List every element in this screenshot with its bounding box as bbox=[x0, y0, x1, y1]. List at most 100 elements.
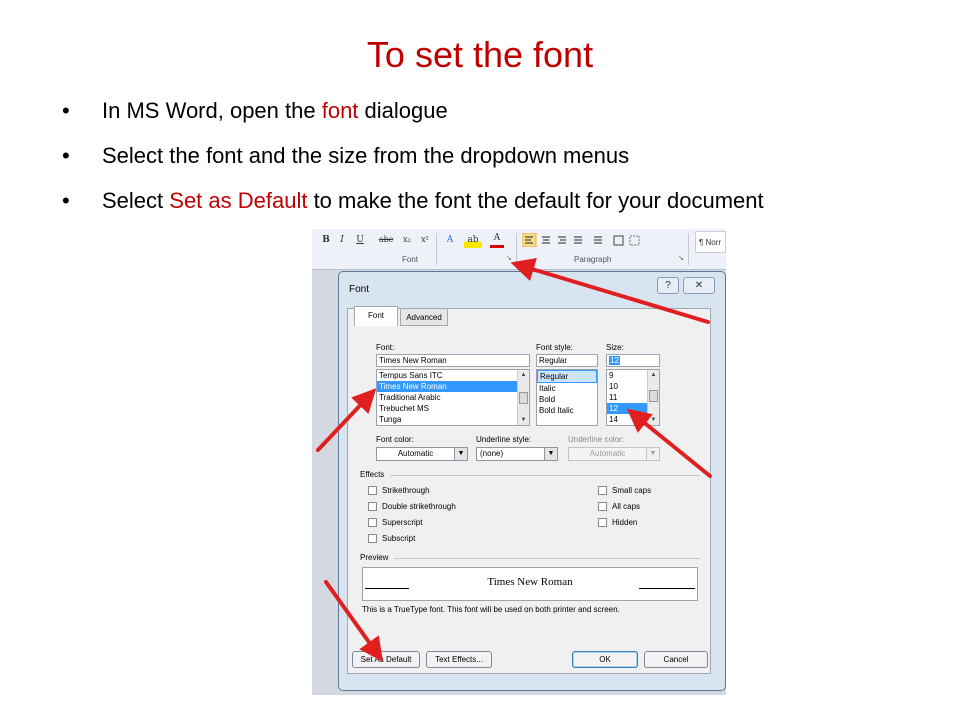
scroll-thumb[interactable] bbox=[519, 392, 528, 404]
bullet-text: dialogue bbox=[358, 98, 448, 123]
bullet-item: Select Set as Default to make the font t… bbox=[62, 186, 882, 215]
double-strikethrough-label: Double strikethrough bbox=[382, 502, 456, 511]
font-list-item[interactable]: Tunga bbox=[377, 414, 529, 425]
bullet-item: In MS Word, open the font dialogue bbox=[62, 96, 882, 125]
font-color-label: Font color: bbox=[376, 435, 414, 444]
font-list[interactable]: Tempus Sans ITC Times New Roman Traditio… bbox=[376, 369, 530, 426]
font-style-item-selected[interactable]: Regular bbox=[537, 370, 597, 383]
font-dialog: Font ? ✕ Font Advanced Font: Times New R… bbox=[338, 271, 726, 691]
font-group-label: Font bbox=[402, 255, 419, 264]
scroll-up-icon[interactable]: ▲ bbox=[518, 370, 529, 380]
paragraph-group-label: Paragraph bbox=[574, 255, 612, 264]
font-style-item[interactable]: Italic bbox=[537, 383, 597, 394]
font-list-scrollbar[interactable]: ▲ ▼ bbox=[517, 370, 529, 425]
small-caps-checkbox[interactable] bbox=[598, 486, 607, 495]
preview-label: Preview bbox=[360, 553, 389, 562]
scroll-up-icon[interactable]: ▲ bbox=[648, 370, 659, 380]
tab-font[interactable]: Font bbox=[354, 306, 398, 326]
underline-color-dropdown[interactable]: Automatic ▼ bbox=[568, 447, 660, 461]
font-style-item[interactable]: Bold bbox=[537, 394, 597, 405]
size-input[interactable]: 12 bbox=[606, 354, 660, 367]
effects-divider bbox=[390, 475, 700, 476]
style-normal[interactable]: ¶ Norr bbox=[695, 231, 726, 253]
bold-button[interactable]: B bbox=[320, 232, 332, 248]
chevron-down-icon[interactable]: ▼ bbox=[454, 448, 467, 460]
font-style-label: Font style: bbox=[536, 343, 573, 352]
strikethrough-label: Strikethrough bbox=[382, 486, 430, 495]
hidden-label: Hidden bbox=[612, 518, 638, 527]
all-caps-label: All caps bbox=[612, 502, 641, 511]
font-input[interactable]: Times New Roman bbox=[376, 354, 530, 367]
underline-color-label: Underline color: bbox=[568, 435, 625, 444]
preview-sample-text: Times New Roman bbox=[487, 576, 573, 588]
font-list-item[interactable]: Traditional Arabic bbox=[377, 392, 529, 403]
font-list-item-selected[interactable]: Times New Roman bbox=[377, 381, 529, 392]
size-list[interactable]: 9 10 11 12 14 ▲ ▼ bbox=[606, 369, 660, 426]
underline-style-value: (none) bbox=[480, 449, 504, 458]
scroll-thumb[interactable] bbox=[649, 390, 658, 402]
font-list-item[interactable]: Tempus Sans ITC bbox=[377, 370, 529, 381]
bullet-list: In MS Word, open the font dialogue Selec… bbox=[62, 96, 882, 231]
subscript-button[interactable]: x₂ bbox=[400, 232, 414, 248]
paragraph-tools-icon[interactable] bbox=[522, 233, 642, 247]
size-list-item-selected[interactable]: 12 bbox=[607, 403, 647, 414]
strikethrough-checkbox[interactable] bbox=[368, 486, 377, 495]
cancel-button[interactable]: Cancel bbox=[644, 651, 708, 668]
subscript-checkbox[interactable] bbox=[368, 534, 377, 543]
underline-style-dropdown[interactable]: (none) ▼ bbox=[476, 447, 558, 461]
ribbon: B I U abc x₂ x² A ab A ¶ Norr Font ↘ Par… bbox=[312, 229, 726, 270]
dialog-title: Font bbox=[349, 284, 370, 295]
size-list-scrollbar[interactable]: ▲ ▼ bbox=[647, 370, 659, 425]
font-dialog-launcher-icon[interactable]: ↘ bbox=[506, 255, 514, 263]
ribbon-separator bbox=[516, 233, 517, 265]
superscript-label: Superscript bbox=[382, 518, 423, 527]
preview-baseline-right bbox=[639, 588, 695, 589]
bullet-text: Select bbox=[102, 188, 170, 213]
scroll-down-icon[interactable]: ▼ bbox=[648, 415, 659, 425]
font-list-item[interactable]: Trebuchet MS bbox=[377, 403, 529, 414]
bullet-highlight: font bbox=[321, 98, 359, 123]
underline-button[interactable]: U bbox=[354, 232, 366, 248]
tab-advanced[interactable]: Advanced bbox=[400, 308, 448, 326]
scroll-down-icon[interactable]: ▼ bbox=[518, 415, 529, 425]
underline-style-label: Underline style: bbox=[476, 435, 532, 444]
font-label: Font: bbox=[376, 343, 395, 352]
slide-title: To set the font bbox=[366, 34, 594, 75]
font-color-dropdown[interactable]: Automatic ▼ bbox=[376, 447, 468, 461]
strikethrough-button[interactable]: abc bbox=[376, 232, 396, 248]
preview-baseline-left bbox=[365, 588, 409, 589]
font-color-icon[interactable]: A bbox=[490, 232, 504, 248]
text-effects-icon[interactable]: A bbox=[442, 232, 458, 248]
italic-button[interactable]: I bbox=[336, 232, 348, 248]
chevron-down-icon[interactable]: ▼ bbox=[544, 448, 557, 460]
help-button[interactable]: ? bbox=[657, 277, 679, 294]
all-caps-checkbox[interactable] bbox=[598, 502, 607, 511]
size-input-value: 12 bbox=[609, 356, 620, 365]
subscript-label: Subscript bbox=[382, 534, 416, 543]
paragraph-dialog-launcher-icon[interactable]: ↘ bbox=[678, 255, 686, 263]
bullet-text: to make the font the default for your do… bbox=[307, 188, 764, 213]
underline-color-value: Automatic bbox=[589, 449, 626, 458]
text-effects-button[interactable]: Text Effects... bbox=[426, 651, 492, 668]
font-style-item[interactable]: Bold Italic bbox=[537, 405, 597, 416]
close-button[interactable]: ✕ bbox=[683, 277, 715, 294]
ok-button[interactable]: OK bbox=[572, 651, 638, 668]
superscript-button[interactable]: x² bbox=[418, 232, 432, 248]
ribbon-separator bbox=[436, 233, 437, 265]
size-label: Size: bbox=[606, 343, 624, 352]
hidden-checkbox[interactable] bbox=[598, 518, 607, 527]
font-style-list[interactable]: Regular Italic Bold Bold Italic bbox=[536, 369, 598, 426]
superscript-checkbox[interactable] bbox=[368, 518, 377, 527]
font-style-input[interactable]: Regular bbox=[536, 354, 598, 367]
ribbon-separator bbox=[688, 233, 689, 265]
preview-note: This is a TrueType font. This font will … bbox=[362, 605, 620, 614]
chevron-down-icon[interactable]: ▼ bbox=[646, 448, 659, 460]
highlight-icon[interactable]: ab bbox=[464, 232, 482, 248]
dialog-body: Font Advanced Font: Times New Roman Temp… bbox=[347, 306, 711, 674]
bullet-highlight: Set as Default bbox=[169, 188, 308, 213]
preview-divider bbox=[394, 558, 700, 559]
set-as-default-button[interactable]: Set As Default bbox=[352, 651, 420, 668]
bullet-text: In MS Word, open the bbox=[102, 98, 322, 123]
font-color-value: Automatic bbox=[397, 449, 434, 458]
double-strikethrough-checkbox[interactable] bbox=[368, 502, 377, 511]
